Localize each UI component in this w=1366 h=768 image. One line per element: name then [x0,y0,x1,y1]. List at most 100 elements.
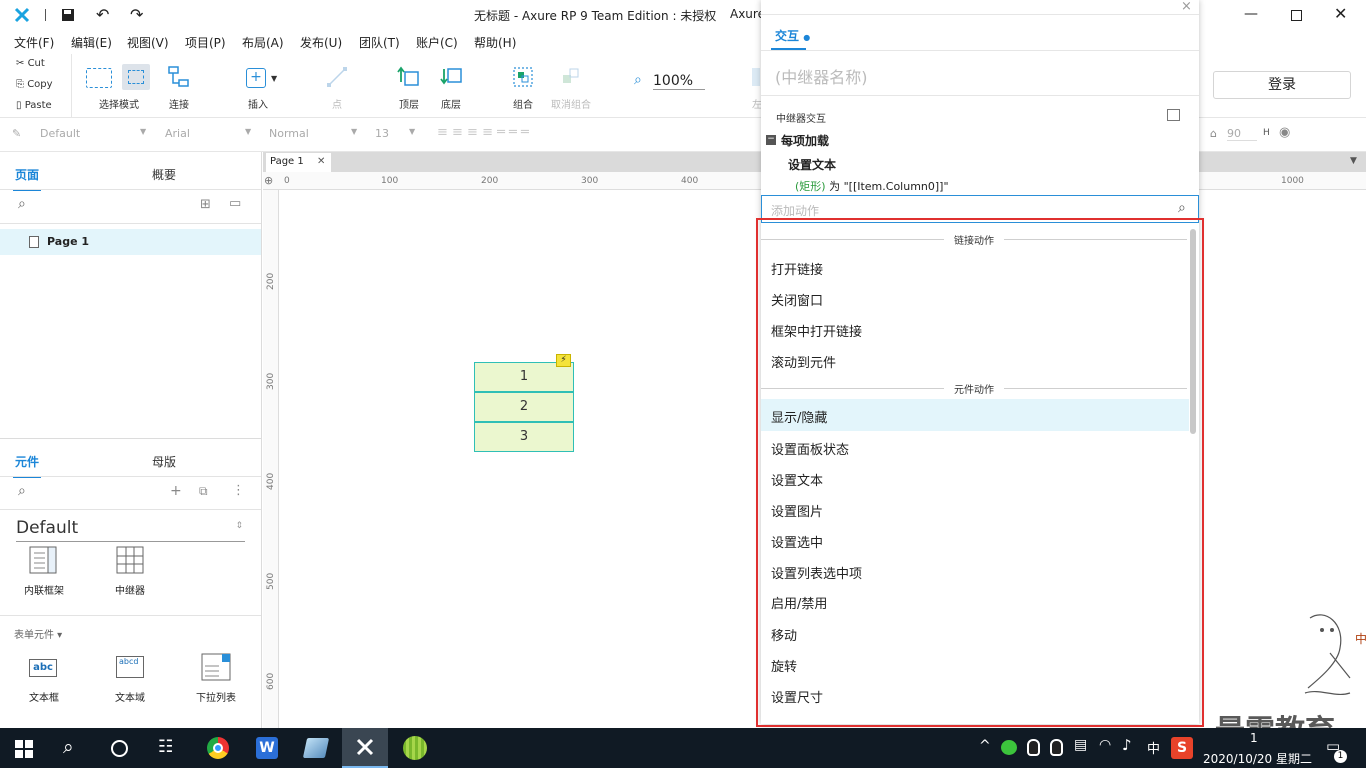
interaction-lightning-icon[interactable]: ⚡ [556,354,571,367]
align-left-icon[interactable] [752,68,760,86]
volume-icon[interactable]: ♪ [1122,736,1132,754]
text-field-icon[interactable]: abc [29,659,57,677]
group-icon[interactable] [512,66,534,88]
taskbar-search-icon[interactable]: ⌕ [63,736,74,758]
menu-project[interactable]: 项目(P) [185,34,226,51]
device-icon[interactable]: ▤ [1074,737,1087,753]
cortana-icon[interactable] [111,740,128,757]
show-hidden-icons[interactable]: ^ [979,738,991,754]
inline-frame-icon[interactable] [29,546,57,574]
insert-dropdown-icon[interactable]: ▼ [271,74,277,83]
font-weight-select[interactable]: Normal ▼ [269,127,361,140]
copy-library-icon[interactable]: ⧉ [199,484,208,499]
lock-icon[interactable]: ⌂ [1210,127,1217,140]
text-area-icon[interactable]: abcd [116,656,144,678]
form-section-label: 表单元件 [14,630,54,641]
notepad-app-icon[interactable] [302,738,330,758]
paste-label: Paste [24,100,52,111]
text-format-icons[interactable]: ≡ ≡ ≡ ≡ ═ ═ ═ [437,125,529,140]
minimize-button[interactable]: — [1244,6,1258,22]
insert-icon[interactable]: + [246,68,266,88]
ime-indicator[interactable]: 中 [1147,738,1160,757]
collapse-icon[interactable]: − [766,135,776,145]
font-select[interactable]: Arial ▼ [165,127,255,140]
undo-icon[interactable]: ↶ [96,5,109,24]
menu-view[interactable]: 视图(V) [127,34,169,51]
tab-widgets[interactable]: 元件 [12,453,42,478]
axure-logo-icon [14,7,30,23]
add-page-icon[interactable]: ⊞ [200,197,211,212]
menu-account[interactable]: 账户(C) [416,34,458,51]
copy-label: Copy [27,79,53,90]
connect-icon[interactable] [168,66,190,88]
library-select[interactable]: Default ⇕ [16,518,245,542]
paste-button[interactable]: ▯ Paste [16,100,52,111]
save-icon[interactable] [61,8,75,22]
menu-edit[interactable]: 编辑(E) [71,34,112,51]
menu-file[interactable]: 文件(F) [14,34,54,51]
select-intersect-icon[interactable] [86,68,112,88]
wifi-icon[interactable]: ◠ [1099,737,1111,753]
tab-outline[interactable]: 概要 [152,166,176,183]
search-icon[interactable]: ⌕ [18,196,26,212]
close-panel-icon[interactable]: × [1181,0,1192,14]
qq-icon[interactable] [1050,739,1063,756]
send-to-back-icon[interactable] [440,66,464,88]
close-tab-icon[interactable]: ✕ [317,156,325,167]
repeater-item[interactable]: 3 [474,422,574,452]
height-input[interactable]: 90 [1227,127,1257,141]
visibility-eye-icon[interactable]: ◉ [1279,125,1290,140]
page-tab[interactable]: Page 1 ✕ [266,153,331,172]
repeater-item[interactable]: 2 [474,392,574,422]
task-view-icon[interactable]: ☷ [158,737,173,757]
ungroup-icon[interactable] [560,66,582,88]
page-item-page1[interactable]: Page 1 [0,229,261,255]
form-section-header[interactable]: 表单元件 ▾ [14,626,62,641]
maximize-button[interactable] [1291,10,1302,21]
windows-start-icon[interactable] [15,740,33,758]
widget-name-input[interactable]: (中继器名称) [775,64,868,88]
action-label[interactable]: 设置文本 [788,156,836,173]
bring-to-front-icon[interactable] [397,66,421,88]
more-icon[interactable]: ⋮ [232,483,245,498]
cut-button[interactable]: ✂ Cut [16,58,45,69]
menu-team[interactable]: 团队(T) [359,34,400,51]
zoom-select[interactable]: 100% [653,73,705,90]
clock-date[interactable]: 2020/10/20 星期二 [1203,750,1312,767]
repeater-icon[interactable] [116,546,144,574]
style-select[interactable]: Default ▼ [40,127,152,140]
interaction-editor-icon[interactable] [1167,109,1180,121]
copy-button[interactable]: ⎘ Copy [16,79,53,90]
tab-interactions[interactable]: 交互 ● [775,27,810,44]
tab-masters[interactable]: 母版 [152,453,176,470]
action-detail[interactable]: (矩形) 为 "[[Item.Column0]]" [795,178,949,194]
add-folder-icon[interactable]: ▭ [229,196,241,211]
app-green-icon[interactable] [403,736,427,760]
menu-arrange[interactable]: 布局(A) [242,34,284,51]
insert-label: 插入 [248,100,268,111]
wps-writer-icon[interactable]: W [256,737,278,759]
add-library-icon[interactable]: + [170,483,182,499]
font-size-select[interactable]: 13 ▼ [375,127,419,140]
ungroup-label: 取消组合 [551,100,591,111]
axure-taskbar-button[interactable] [342,728,388,768]
ruler-v-label: 200 [266,272,276,290]
close-window-button[interactable]: ✕ [1334,4,1347,23]
widget-search-icon[interactable]: ⌕ [18,483,26,499]
event-label[interactable]: 每项加载 [781,132,829,149]
redo-icon[interactable]: ↷ [130,5,143,24]
tab-pages[interactable]: 页面 [12,166,42,191]
wechat-icon[interactable] [1001,740,1017,755]
clock-time[interactable]: 1 [1250,731,1258,745]
menu-publish[interactable]: 发布(U) [300,34,342,51]
tab-overflow-icon[interactable]: ▼ [1350,156,1357,166]
menu-help[interactable]: 帮助(H) [474,34,516,51]
login-button[interactable]: 登录 [1213,71,1351,99]
style-edit-icon[interactable]: ✎ [12,127,21,140]
qq-icon[interactable] [1027,739,1040,756]
point-icon[interactable] [326,66,348,88]
droplist-icon[interactable] [201,653,231,681]
sogou-input-icon[interactable]: S [1171,737,1193,759]
select-contain-button[interactable] [122,64,150,90]
chrome-icon[interactable] [207,737,229,759]
